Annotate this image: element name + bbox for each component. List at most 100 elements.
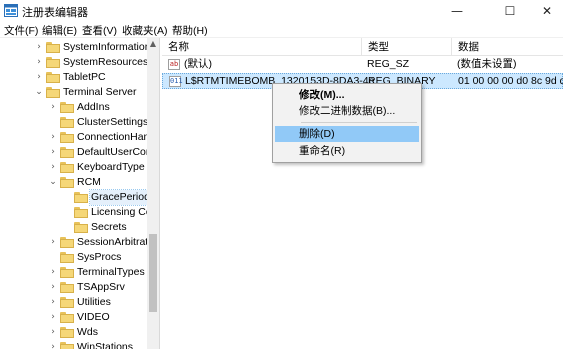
tree-item-systemresources[interactable]: › SystemResources [0, 55, 148, 70]
expand-icon[interactable]: › [48, 325, 58, 340]
folder-icon [60, 312, 74, 323]
maximize-button[interactable]: ☐ [490, 0, 530, 22]
folder-open-icon [74, 192, 88, 203]
list-row-default[interactable]: ab (默认) REG_SZ (数值未设置) [162, 57, 563, 73]
tree-item-label: Secrets [91, 221, 127, 233]
menu-bar: 文件(F) 编辑(E) 查看(V) 收藏夹(A) 帮助(H) [0, 22, 563, 38]
menu-file[interactable]: 文件(F) [4, 23, 38, 38]
tree-item-winstations[interactable]: › WinStations [0, 340, 147, 349]
expand-icon[interactable]: › [48, 280, 58, 295]
scrollbar-thumb[interactable] [149, 234, 157, 312]
folder-icon [60, 132, 74, 143]
folder-icon [60, 252, 74, 263]
tree-item-terminaltypes[interactable]: › TerminalTypes [0, 265, 147, 280]
menu-help[interactable]: 帮助(H) [172, 23, 208, 38]
context-menu: 修改(M)... 修改二进制数据(B)... 删除(D) 重命名(R) [272, 83, 422, 163]
tree-item-label: ConnectionHand [77, 131, 156, 143]
tree-scrollbar[interactable]: ▲ [147, 38, 159, 349]
tree-item-terminal-server[interactable]: ⌄ Terminal Server [0, 85, 147, 100]
tree-item-tsappsrv[interactable]: › TSAppSrv [0, 280, 147, 295]
expand-icon[interactable]: › [48, 160, 58, 175]
menu-item-rename[interactable]: 重命名(R) [275, 143, 419, 159]
expand-icon[interactable]: › [48, 340, 58, 349]
string-value-icon: ab [168, 59, 180, 70]
collapse-icon[interactable]: ⌄ [48, 175, 58, 190]
tree-item-secrets[interactable]: Secrets [0, 220, 147, 235]
tree-item-rcm[interactable]: ⌄ RCM [0, 175, 147, 190]
expand-icon[interactable]: › [34, 40, 44, 55]
folder-icon [46, 72, 60, 83]
folder-icon [46, 42, 60, 53]
expand-icon [62, 205, 72, 220]
tree-item-clustersettings[interactable]: ClusterSettings [0, 115, 149, 130]
tree-item-sessionarbitration[interactable]: › SessionArbitrati [0, 235, 151, 250]
menu-item-modify-binary[interactable]: 修改二进制数据(B)... [275, 103, 419, 119]
tree-item-graceperiod[interactable]: GracePeriod [0, 189, 152, 206]
tree-item-licensing-core[interactable]: Licensing Co [0, 205, 152, 220]
minimize-button[interactable]: — [437, 0, 477, 22]
folder-icon [60, 342, 74, 349]
tree-item-systeminformation[interactable]: › SystemInformation [0, 40, 151, 55]
tree-item-addins[interactable]: › AddIns [0, 100, 147, 115]
value-data: 01 00 00 00 d0 8c 9d df [458, 75, 563, 87]
tree-item-label: ClusterSettings [77, 116, 149, 128]
value-type: REG_SZ [367, 58, 410, 70]
tree-item-utilities[interactable]: › Utilities [0, 295, 147, 310]
tree-item-label: SessionArbitrati [77, 236, 151, 248]
column-header-data[interactable]: 数据 [452, 38, 563, 56]
title-bar: 注册表编辑器 — ☐ ✕ [0, 0, 563, 22]
folder-icon [60, 297, 74, 308]
menu-separator [301, 122, 417, 123]
expand-icon[interactable]: › [48, 130, 58, 145]
folder-icon [60, 177, 74, 188]
expand-icon[interactable]: › [34, 70, 44, 85]
expand-icon[interactable]: › [48, 145, 58, 160]
tree-item-label: Licensing Co [91, 206, 152, 218]
expand-icon [48, 115, 58, 130]
collapse-icon[interactable]: ⌄ [34, 85, 44, 100]
expand-icon[interactable]: › [48, 235, 58, 250]
menu-item-modify[interactable]: 修改(M)... [275, 87, 419, 103]
tree-item-label: Wds [77, 326, 98, 338]
regedit-icon [4, 4, 18, 17]
scroll-up-arrow-icon[interactable]: ▲ [147, 38, 159, 50]
tree-item-connectionhandler[interactable]: › ConnectionHand [0, 130, 155, 145]
tree-item-label: SysProcs [77, 251, 122, 263]
tree-item-video[interactable]: › VIDEO [0, 310, 147, 325]
folder-icon [60, 162, 74, 173]
tree-item-label: DefaultUserCon [77, 146, 152, 158]
tree-item-label: GracePeriod [89, 189, 152, 206]
folder-icon [60, 117, 74, 128]
window-title: 注册表编辑器 [22, 7, 88, 19]
menu-view[interactable]: 查看(V) [82, 23, 117, 38]
tree-item-label: WinStations [77, 341, 134, 349]
tree-item-defaultuserconfig[interactable]: › DefaultUserCon [0, 145, 152, 160]
folder-icon [74, 207, 88, 218]
tree-item-label: VIDEO [77, 311, 110, 323]
tree-item-label: TabletPC [63, 71, 106, 83]
expand-icon[interactable]: › [48, 100, 58, 115]
tree-item-tabletpc[interactable]: › TabletPC [0, 70, 147, 85]
expand-icon[interactable]: › [48, 295, 58, 310]
expand-icon [48, 250, 58, 265]
folder-icon [60, 267, 74, 278]
tree-item-label: Terminal Server [63, 86, 137, 98]
tree-item-label: KeyboardType M [77, 161, 157, 173]
expand-icon[interactable]: › [48, 265, 58, 280]
column-header-type[interactable]: 类型 [362, 38, 452, 56]
column-header-name[interactable]: 名称 [162, 38, 362, 56]
menu-item-delete[interactable]: 删除(D) [275, 126, 419, 142]
menu-edit[interactable]: 编辑(E) [42, 23, 77, 38]
folder-icon [60, 327, 74, 338]
expand-icon[interactable]: › [34, 55, 44, 70]
tree-item-sysprocs[interactable]: SysProcs [0, 250, 147, 265]
tree-item-keyboardtype[interactable]: › KeyboardType M [0, 160, 156, 175]
tree-item-wds[interactable]: › Wds [0, 325, 147, 340]
menu-favorites[interactable]: 收藏夹(A) [122, 23, 168, 38]
registry-tree[interactable]: › SystemInformation › SystemResources › … [0, 38, 160, 349]
expand-icon[interactable]: › [48, 310, 58, 325]
tree-item-label: TerminalTypes [77, 266, 145, 278]
folder-icon [46, 57, 60, 68]
close-button[interactable]: ✕ [527, 0, 563, 22]
folder-icon [46, 87, 60, 98]
